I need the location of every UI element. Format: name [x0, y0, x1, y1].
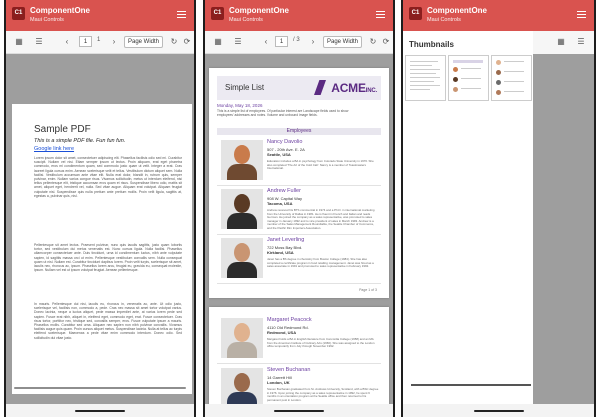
pdf-paragraph: Pellentesque sit amet lectus. Praesent p… — [34, 243, 182, 273]
report-header: Simple List ACMEINC. — [217, 76, 381, 100]
app-logo: C1 — [12, 7, 25, 20]
home-indicator[interactable] — [473, 410, 524, 412]
hamburger-menu-icon[interactable] — [577, 11, 586, 19]
employee-photo — [221, 318, 263, 358]
previous-page-icon[interactable]: ‹ — [62, 37, 72, 47]
pdf-title: Sample PDF — [34, 124, 91, 135]
document-viewport[interactable]: Simple List ACMEINC. Monday, May 18, 202… — [205, 54, 393, 404]
home-indicator[interactable] — [274, 410, 324, 412]
employee-photo — [221, 189, 263, 229]
refresh-icon[interactable]: ⟳ — [381, 37, 391, 47]
app-logo: C1 — [409, 7, 422, 20]
app-bar: C1 ComponentOne Maui Controls — [205, 0, 393, 31]
page-thumbnail[interactable] — [491, 55, 532, 101]
employee-notes: Steven Buchanan graduated from St. Andre… — [267, 387, 379, 402]
next-page-icon[interactable]: › — [109, 37, 119, 47]
employee-name: Janet Leverling — [267, 237, 305, 243]
viewer-toolbar: ▦ ☰ ‹ 1 1 › Page Width ↻ ⟳ — [6, 31, 194, 54]
app-title: ComponentOne — [229, 6, 289, 15]
horizontal-scrollbar[interactable] — [411, 384, 531, 386]
pdf-paragraph: In mauris. Pellentesque dui nisi, iaculi… — [34, 302, 182, 340]
app-logo: C1 — [211, 7, 224, 20]
page-footer: Page 1 of 3 — [359, 288, 377, 292]
outline-list-icon[interactable]: ☰ — [34, 37, 44, 47]
horizontal-scrollbar[interactable] — [14, 387, 186, 389]
document-viewport[interactable]: Sample PDF This is a simple PDF file. Fu… — [6, 54, 194, 404]
outline-list-icon[interactable]: ☰ — [233, 37, 243, 47]
system-nav-bar — [205, 404, 393, 417]
employee-photo — [221, 238, 263, 278]
page-number-input[interactable]: 1 — [275, 36, 288, 47]
rotate-icon[interactable]: ↻ — [169, 37, 179, 47]
employee-name: Margaret Peacock — [267, 317, 312, 323]
viewer-toolbar: ▦ ☰ — [533, 31, 594, 55]
page-thumbnail[interactable] — [405, 55, 446, 101]
pdf-link[interactable]: Google link here — [34, 146, 74, 152]
pdf-paragraph: Lorem ipsum dolor sit amet, consectetuer… — [34, 156, 182, 198]
acme-logo: ACMEINC. — [331, 81, 377, 95]
pdf-page: Sample PDF This is a simple PDF file. Fu… — [12, 104, 192, 394]
thumbnails-grid-icon[interactable]: ▦ — [556, 37, 566, 47]
employee-notes: Janet has a BS degree in chemistry from … — [267, 257, 374, 268]
employee-record: Andrew Fuller 908 W. Capital Way Tacoma, … — [217, 186, 381, 235]
employee-name: Steven Buchanan — [267, 367, 311, 373]
system-nav-bar — [6, 404, 194, 417]
app-title: ComponentOne — [427, 6, 487, 15]
app-title: ComponentOne — [30, 6, 90, 15]
rotate-icon[interactable]: ↻ — [368, 37, 378, 47]
refresh-icon[interactable]: ⟳ — [182, 37, 192, 47]
employee-record: Janet Leverling 722 Moss Bay Blvd. Kirkla… — [217, 235, 381, 284]
report-intro: This is a simple list of employees. Of p… — [217, 109, 349, 117]
thumbnails-title: Thumbnails — [409, 40, 454, 49]
pdf-subtitle: This is a simple PDF file. Fun fun fun. — [34, 138, 126, 144]
employee-address: 4110 Old Redmond Rd. Redmond, USA — [267, 325, 309, 335]
hamburger-menu-icon[interactable] — [376, 11, 385, 19]
employee-record: Nancy Davolio 507 - 20th Ave. E. 2A Seatt… — [217, 137, 381, 186]
page-width-button[interactable]: Page Width — [124, 36, 164, 48]
employee-address: 722 Moss Bay Blvd. Kirkland, USA — [267, 245, 303, 255]
page-number-input[interactable]: 1 — [79, 36, 92, 47]
thumbnails-panel: Thumbnails — [403, 31, 533, 404]
page-thumbnail[interactable] — [448, 55, 489, 101]
employee-notes: Margaret holds a BA in English literatur… — [267, 337, 375, 348]
app-bar: C1 ComponentOne Maui Controls — [403, 0, 594, 31]
section-header: Employees — [217, 128, 381, 135]
phone-pdf-viewer: C1 ComponentOne Maui Controls ▦ ☰ ‹ 1 1 … — [4, 0, 196, 417]
thumbnails-grid-icon[interactable]: ▦ — [213, 37, 223, 47]
employee-notes: Andrew received his BTS commercial in 19… — [267, 208, 375, 230]
employee-photo — [221, 368, 263, 404]
thumbnails-grid-icon[interactable]: ▦ — [14, 37, 24, 47]
outline-list-icon[interactable]: ☰ — [576, 37, 586, 47]
next-page-icon[interactable]: › — [308, 37, 318, 47]
employee-address: 908 W. Capital Way Tacoma, USA — [267, 196, 302, 206]
employee-record: Margaret Peacock 4110 Old Redmond Rd. Red… — [217, 315, 381, 364]
employee-record: Steven Buchanan 14 Garrett Hill London, U… — [217, 365, 381, 404]
report-page: Margaret Peacock 4110 Old Redmond Rd. Red… — [209, 307, 389, 404]
viewer-toolbar: ▦ ☰ ‹ 1 / 3 › Page Width ↻ ⟳ — [205, 31, 393, 54]
page-count: 1 — [97, 37, 101, 43]
system-nav-bar — [403, 404, 594, 417]
page-count: / 3 — [293, 37, 300, 43]
document-viewport[interactable] — [533, 54, 594, 404]
employee-address: 14 Garrett Hill London, UK — [267, 375, 292, 385]
acme-logo-icon — [314, 80, 326, 95]
app-bar: C1 ComponentOne Maui Controls — [6, 0, 194, 31]
employee-address: 507 - 20th Ave. E. 2A Seattle, USA — [267, 147, 305, 157]
employee-photo — [221, 140, 263, 180]
employee-notes: Education includes a BA in psychology fr… — [267, 159, 374, 170]
previous-page-icon[interactable]: ‹ — [261, 37, 271, 47]
report-title: Simple List — [225, 83, 265, 92]
phone-thumbnails-view: C1 ComponentOne Maui Controls ▦ ☰ Thumbn… — [401, 0, 596, 417]
app-subtitle: Maui Controls — [229, 17, 263, 23]
app-subtitle: Maui Controls — [30, 17, 64, 23]
employee-name: Nancy Davolio — [267, 139, 303, 145]
home-indicator[interactable] — [75, 410, 125, 412]
report-date: Monday, May 18, 2026 — [217, 103, 263, 108]
hamburger-menu-icon[interactable] — [177, 11, 186, 19]
report-page: Simple List ACMEINC. Monday, May 18, 202… — [209, 68, 389, 298]
employee-name: Andrew Fuller — [267, 188, 301, 194]
app-subtitle: Maui Controls — [427, 17, 461, 23]
phone-report-viewer: C1 ComponentOne Maui Controls ▦ ☰ ‹ 1 / … — [203, 0, 395, 417]
page-width-button[interactable]: Page Width — [323, 36, 363, 48]
